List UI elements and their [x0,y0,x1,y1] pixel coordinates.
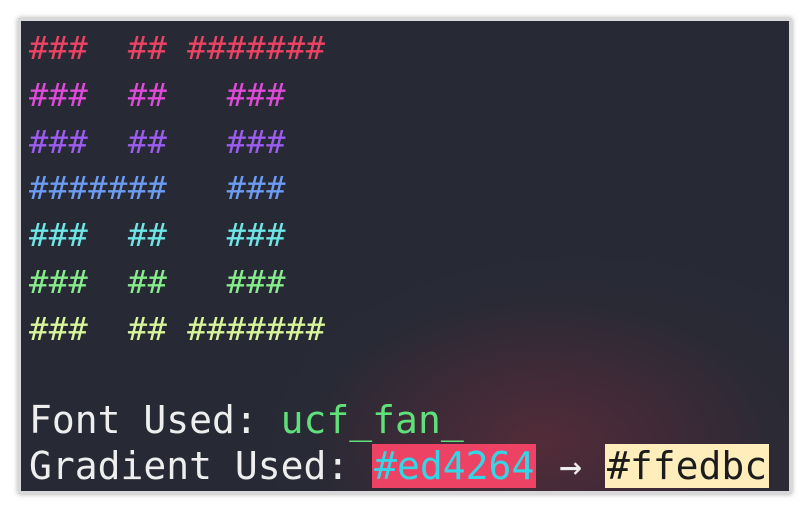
ascii-art-line-6: ### ## ### [29,263,286,301]
ascii-art-line-7: ### ## ####### [29,310,326,348]
gradient-arrow-icon: → [536,444,605,488]
ascii-art-line-1: ### ## ####### [29,29,326,67]
font-used-label: Font Used: [29,398,281,442]
gradient-used-label: Gradient Used: [29,444,373,488]
ascii-art-line-2: ### ## ### [29,76,286,114]
ascii-art-line-4: ####### ### [29,169,286,207]
font-name-value: ucf_fan_ [280,398,464,442]
ascii-art-line-3: ### ## ### [29,123,286,161]
terminal-window-frame: ### ## ####### ### ## ### ### ## ### ###… [18,18,792,494]
font-used-line: Font Used: ucf_fan_ [29,397,464,443]
gradient-start-color: #ed4264 [372,444,537,488]
ascii-art-line-5: ### ## ### [29,216,286,254]
gradient-used-line: Gradient Used: #ed4264 → #ffedbc [29,443,770,489]
gradient-end-color: #ffedbc [604,444,770,488]
terminal-output: ### ## ####### ### ## ### ### ## ### ###… [21,21,789,491]
